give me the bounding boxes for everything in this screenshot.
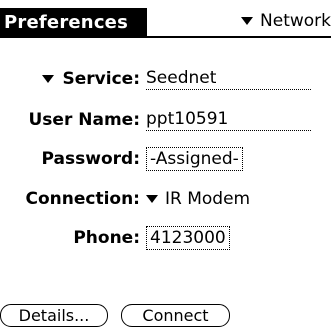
- service-row: Service: Seednet: [0, 66, 331, 92]
- service-popup-trigger[interactable]: Service:: [41, 69, 140, 89]
- connect-button[interactable]: Connect: [121, 304, 230, 327]
- connection-row: Connection: IR Modem: [0, 186, 331, 212]
- service-label: Service:: [62, 69, 140, 89]
- phone-row: Phone: 4123000: [0, 225, 331, 251]
- connection-popup-trigger[interactable]: IR Modem: [146, 189, 250, 209]
- password-field[interactable]: -Assigned-: [146, 147, 243, 171]
- phone-label: Phone:: [73, 228, 140, 248]
- triangle-down-icon: [241, 17, 254, 25]
- connection-label: Connection:: [25, 189, 140, 209]
- username-field[interactable]: ppt10591: [146, 109, 311, 131]
- title-bar: Preferences Network: [0, 0, 331, 40]
- triangle-down-icon: [146, 195, 158, 203]
- app-title: Preferences: [0, 8, 147, 38]
- username-row: User Name: ppt10591: [0, 107, 331, 133]
- password-label: Password:: [41, 149, 140, 169]
- phone-field[interactable]: 4123000: [146, 226, 230, 250]
- connection-value: IR Modem: [165, 189, 251, 209]
- details-button[interactable]: Details...: [0, 304, 108, 327]
- title-divider: [0, 36, 331, 38]
- triangle-down-icon: [41, 75, 54, 83]
- network-preferences-screen: Preferences Network Service: Seednet Use…: [0, 0, 331, 327]
- category-label: Network: [260, 11, 331, 31]
- service-field[interactable]: Seednet: [146, 68, 311, 90]
- category-popup-trigger[interactable]: Network: [241, 8, 331, 34]
- username-label: User Name:: [28, 110, 141, 130]
- password-row: Password: -Assigned-: [0, 146, 331, 172]
